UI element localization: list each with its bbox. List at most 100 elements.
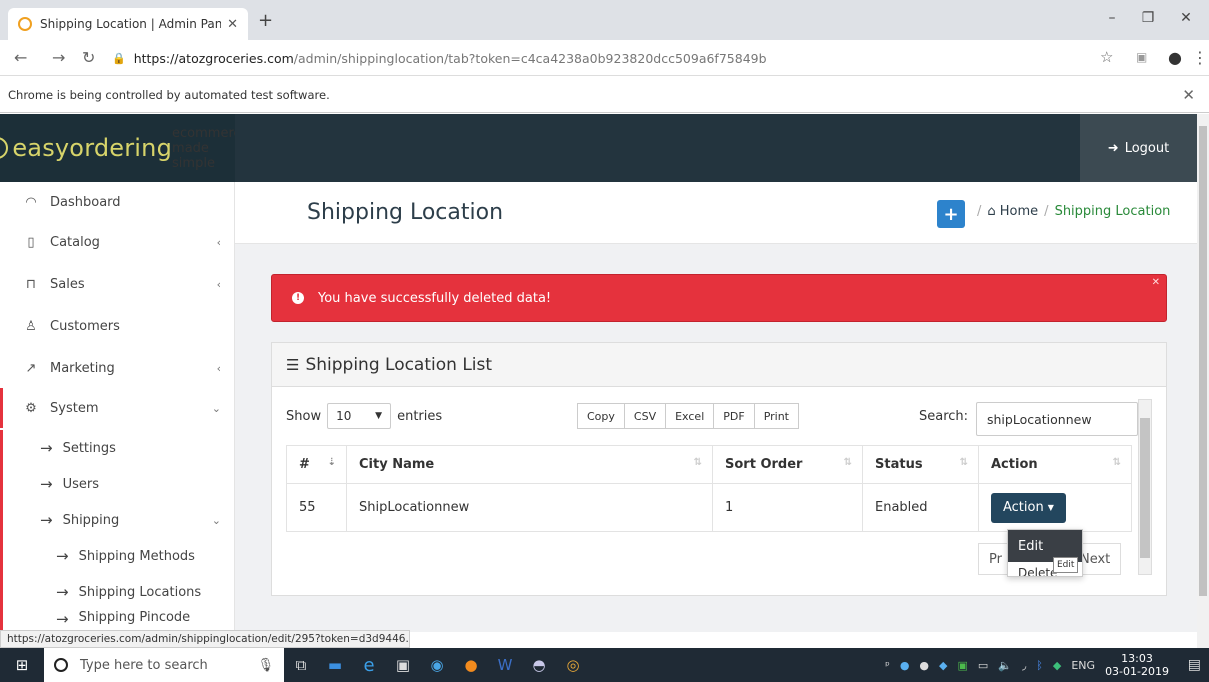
print-button[interactable]: Print [753, 403, 799, 429]
browser-menu-icon[interactable]: ⋮ [1192, 48, 1208, 67]
tray-app-icon[interactable]: ◆ [1053, 659, 1061, 672]
copy-button[interactable]: Copy [577, 403, 625, 429]
sidebar-sub-shipping[interactable]: → Shipping ⌄ [0, 502, 235, 538]
dashboard-icon: ◠ [25, 194, 37, 210]
sidebar-item-system[interactable]: ⚙ System ⌄ [0, 388, 235, 428]
back-arrow-icon[interactable]: ← [14, 48, 27, 67]
table-scrollbar[interactable] [1138, 399, 1152, 575]
bookmark-star-icon[interactable]: ☆ [1100, 48, 1113, 66]
firefox-icon[interactable]: ● [454, 656, 488, 674]
shipping-location-panel: ☰ Shipping Location List Show 10 ▼ entri… [271, 342, 1167, 596]
wifi-icon[interactable]: ◞ [1022, 659, 1026, 672]
logo-area[interactable]: easyordering ecommerce made simple [0, 114, 249, 182]
breadcrumb-home[interactable]: ⌂ Home [987, 204, 1038, 219]
caret-down-icon: ▼ [375, 411, 383, 421]
page-title: Shipping Location [307, 200, 504, 225]
minimize-icon[interactable]: – [1102, 10, 1122, 26]
entries-select[interactable]: 10 ▼ [327, 403, 392, 429]
chevron-down-icon: ⌄ [211, 401, 221, 415]
eclipse-icon[interactable]: ◓ [522, 656, 556, 674]
page-title-bar: Shipping Location + / ⌂ Home / Shipping … [235, 182, 1197, 244]
notification-icon[interactable]: ▤ [1188, 657, 1201, 673]
search-input[interactable] [976, 402, 1138, 436]
tray-app-icon[interactable]: ● [900, 659, 910, 672]
infobar-close-icon[interactable]: ✕ [1182, 86, 1195, 104]
sidebar: ◠ Dashboard ▯ Catalog ‹ ⊓ Sales ‹ ♙ Cust… [0, 182, 235, 632]
extension-icon[interactable]: ▣ [1136, 50, 1147, 64]
reload-icon[interactable]: ↻ [82, 48, 95, 67]
sidebar-item-marketing[interactable]: ↗ Marketing ‹ [0, 348, 235, 388]
scrollbar-thumb[interactable] [1140, 418, 1150, 558]
sidebar-item-catalog[interactable]: ▯ Catalog ‹ [0, 222, 235, 262]
logo: easyordering [0, 134, 172, 162]
clock-date: 03-01-2019 [1105, 665, 1169, 678]
export-buttons: Copy CSV Excel PDF Print [577, 403, 799, 429]
file-explorer-icon[interactable]: ▬ [318, 656, 352, 674]
col-action[interactable]: Action ⇅ [978, 445, 1132, 484]
tray-app-icon[interactable]: ◆ [939, 659, 947, 672]
chevron-left-icon: ‹ [216, 361, 221, 375]
sidebar-item-label: Catalog [50, 234, 100, 250]
logout-button[interactable]: ➜ Logout [1080, 114, 1197, 182]
search-label: Search: [919, 409, 969, 424]
add-button[interactable]: + [937, 200, 965, 228]
col-sort-order[interactable]: Sort Order ⇅ [712, 445, 863, 484]
col-id[interactable]: # ⇣ [286, 445, 347, 484]
logout-label: Logout [1124, 140, 1170, 156]
word-icon[interactable]: W [488, 656, 522, 674]
lock-icon: 🔒 [112, 51, 126, 65]
sidebar-item-customers[interactable]: ♙ Customers [0, 306, 235, 346]
task-view-icon[interactable]: ⧉ [284, 656, 318, 674]
profile-icon[interactable]: ● [1168, 48, 1182, 67]
sidebar-sub-shipping-pincode[interactable]: → Shipping Pincode [0, 610, 235, 632]
bluetooth-icon[interactable]: ᛒ [1036, 659, 1043, 672]
csv-button[interactable]: CSV [623, 403, 667, 429]
cell-action: Action ▼ [978, 483, 1132, 532]
alert-text: You have successfully deleted data! [318, 290, 552, 306]
language-indicator[interactable]: ENG [1071, 659, 1095, 672]
sidebar-sub-shipping-methods[interactable]: → Shipping Methods [0, 538, 235, 574]
page-scrollbar-thumb[interactable] [1199, 126, 1207, 596]
url-path: /admin/shippinglocation/tab?token=c4ca42… [293, 50, 767, 66]
people-icon[interactable]: ᵖ [885, 659, 890, 672]
chrome-icon[interactable]: ◎ [556, 656, 590, 674]
arrow-right-icon: → [40, 475, 53, 493]
action-dropdown-button[interactable]: Action ▼ [991, 492, 1066, 523]
taskbar-search-placeholder: Type here to search [80, 657, 208, 673]
new-tab-icon[interactable]: + [258, 10, 273, 31]
sidebar-item-sales[interactable]: ⊓ Sales ‹ [0, 264, 235, 304]
taskbar-search[interactable]: Type here to search 🎙 [44, 648, 284, 682]
url-field[interactable]: 🔒 https://atozgroceries.com/admin/shippi… [112, 46, 1112, 70]
arrow-right-icon: → [40, 511, 53, 529]
chat-icon[interactable]: ◉ [420, 656, 454, 674]
windows-start-icon[interactable]: ⊞ [0, 656, 44, 674]
tray-app-icon[interactable]: ▣ [958, 659, 968, 672]
clock[interactable]: 13:03 03-01-2019 [1105, 652, 1169, 678]
volume-icon[interactable]: 🔈 [998, 659, 1012, 672]
list-icon: ☰ [286, 355, 300, 374]
col-city-name[interactable]: City Name ⇅ [346, 445, 713, 484]
page-scrollbar[interactable] [1197, 114, 1209, 648]
exclamation-icon: ! [292, 292, 304, 304]
forward-arrow-icon[interactable]: → [52, 48, 65, 67]
pdf-button[interactable]: PDF [713, 403, 755, 429]
edge-browser-icon[interactable]: e [352, 655, 386, 676]
tray-app-icon[interactable]: ● [919, 659, 929, 672]
store-icon[interactable]: ▣ [386, 656, 420, 674]
close-tab-icon[interactable]: ✕ [227, 17, 238, 32]
sidebar-item-dashboard[interactable]: ◠ Dashboard [0, 182, 235, 222]
sidebar-sub-shipping-locations[interactable]: → Shipping Locations [0, 574, 235, 610]
col-status[interactable]: Status ⇅ [862, 445, 979, 484]
network-icon[interactable]: ▭ [978, 659, 988, 672]
excel-button[interactable]: Excel [665, 403, 715, 429]
window-close-icon[interactable]: ✕ [1176, 10, 1196, 26]
browser-tab[interactable]: Shipping Location | Admin Panel ✕ [8, 8, 248, 40]
cell-sort-order: 1 [712, 483, 863, 532]
sidebar-sub-settings[interactable]: → Settings [0, 430, 235, 466]
url-domain: https://atozgroceries.com [133, 50, 294, 66]
microphone-icon[interactable]: 🎙 [257, 658, 274, 673]
alert-close-icon[interactable]: ✕ [1152, 277, 1160, 288]
maximize-icon[interactable]: ❐ [1138, 10, 1158, 26]
app-header: ➜ Logout [235, 114, 1197, 182]
sidebar-sub-users[interactable]: → Users [0, 466, 235, 502]
